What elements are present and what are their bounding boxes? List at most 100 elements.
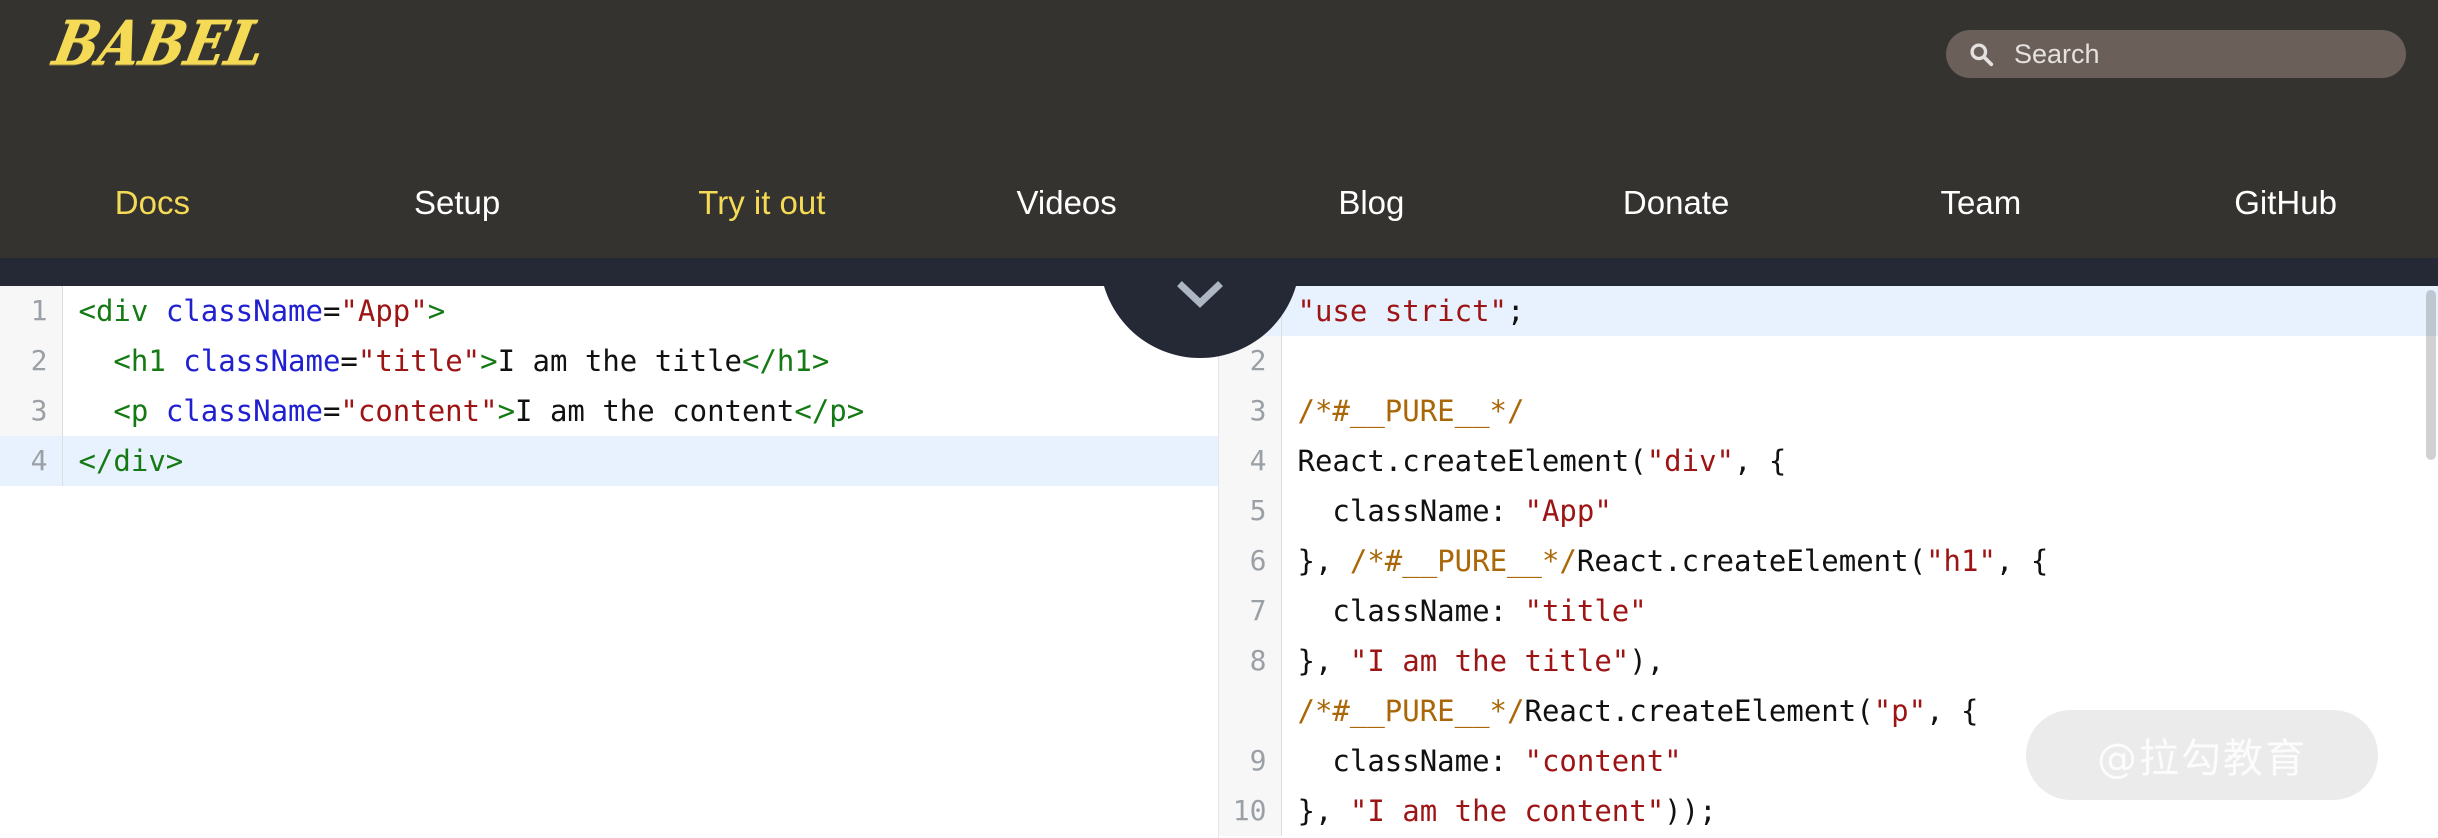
line-content[interactable]: /*#__PURE__*/React.createElement("p", { — [1281, 686, 2438, 736]
code-line: 9 className: "content" — [1219, 736, 2438, 786]
token-str: "I am the title" — [1349, 644, 1630, 678]
code-line: 7 className: "title" — [1219, 586, 2438, 636]
code-line: 6}, /*#__PURE__*/React.createElement("h1… — [1219, 536, 2438, 586]
token-plain: }, — [1297, 644, 1350, 678]
code-line: 2 — [1219, 336, 2438, 386]
code-line: 1"use strict"; — [1219, 286, 2438, 336]
token-attr: className — [165, 294, 323, 328]
line-number: 1 — [0, 286, 63, 336]
code-line: 8}, "I am the title"), — [1219, 636, 2438, 686]
line-number: 10 — [1219, 786, 1282, 836]
jsx-code-table: 1 <div className="App"> 2 <h1 className="t… — [0, 286, 1218, 486]
line-number: 3 — [0, 386, 63, 436]
line-content[interactable]: "use strict"; — [1281, 286, 2438, 336]
token-str: "title" — [1524, 594, 1647, 628]
token-tag: > — [497, 394, 516, 428]
token-str: "use strict" — [1297, 294, 1508, 328]
nav-item-docs[interactable]: Docs — [0, 184, 305, 222]
token-str: "h1" — [1926, 544, 1996, 578]
nav-item-blog[interactable]: Blog — [1219, 184, 1524, 222]
token-tag: <div — [78, 294, 149, 328]
token-punct: = — [340, 344, 358, 378]
nav-item-setup[interactable]: Setup — [305, 184, 610, 222]
code-line: 2 <h1 className="title">I am the title</… — [0, 336, 1218, 386]
token-str: "App" — [340, 294, 428, 328]
token-plain: className: — [1297, 594, 1525, 628]
search-icon — [1968, 41, 1994, 67]
output-code-table: 1"use strict";2 3/*#__PURE__*/4React.cre… — [1219, 286, 2438, 836]
line-content[interactable]: className: "App" — [1281, 486, 2438, 536]
code-line: 10}, "I am the content")); — [1219, 786, 2438, 836]
nav-item-videos[interactable]: Videos — [914, 184, 1219, 222]
search-box[interactable]: Search — [1946, 30, 2406, 78]
nav-item-donate[interactable]: Donate — [1524, 184, 1829, 222]
token-tag: </div> — [78, 444, 184, 478]
token-plain: React.createElement( — [1576, 544, 1927, 578]
token-punct: = — [322, 394, 341, 428]
token-tag: <p — [113, 394, 149, 428]
output-scrollbar[interactable] — [2426, 290, 2436, 460]
token-str: "title" — [357, 344, 481, 378]
token-plain: I am the title — [497, 344, 743, 378]
line-content[interactable]: className: "content" — [1281, 736, 2438, 786]
code-line: 3 /*#__PURE__*/ — [1219, 386, 2438, 436]
search-input-placeholder[interactable]: Search — [2014, 39, 2100, 70]
token-comment: /*#__PURE__*/ — [1349, 544, 1577, 578]
line-content[interactable]: }, "I am the content")); — [1281, 786, 2438, 836]
code-line: 4 React.createElement("div", { — [1219, 436, 2438, 486]
line-content[interactable]: <p className="content">I am the content<… — [62, 386, 1218, 436]
jsx-input-editor[interactable]: 1 <div className="App"> 2 <h1 className="t… — [0, 286, 1219, 838]
token-plain: React.createElement( — [1524, 694, 1874, 728]
code-line: 1 <div className="App"> — [0, 286, 1218, 336]
token-attr: className — [183, 344, 341, 378]
nav-item-try-it-out[interactable]: Try it out — [610, 184, 915, 222]
line-content[interactable] — [1281, 336, 2438, 386]
code-line: 3 <p className="content">I am the conten… — [0, 386, 1218, 436]
line-number: 4 — [1219, 436, 1282, 486]
compiled-output-editor[interactable]: 1"use strict";2 3/*#__PURE__*/4React.cre… — [1219, 286, 2438, 838]
token-str: "div" — [1646, 444, 1735, 478]
token-str: "content" — [340, 394, 498, 428]
token-plain: React.createElement( — [1297, 444, 1647, 478]
token-str: "p" — [1873, 694, 1927, 728]
token-tag: <h1 — [113, 344, 166, 378]
token-plain: ), — [1629, 644, 1665, 678]
nav-item-github[interactable]: GitHub — [2133, 184, 2438, 222]
token-tag: </p> — [794, 394, 865, 428]
line-content[interactable]: }, "I am the title"), — [1281, 636, 2438, 686]
token-plain: , { — [1926, 694, 1979, 728]
nav-item-team[interactable]: Team — [1829, 184, 2134, 222]
line-number: 8 — [1219, 636, 1282, 686]
token-plain: className: — [1297, 494, 1525, 528]
token-str: "I am the content" — [1349, 794, 1665, 828]
line-content[interactable]: <div className="App"> — [62, 286, 1218, 336]
line-content[interactable]: </div> — [62, 436, 1218, 486]
token-tag: </h1> — [742, 344, 830, 378]
line-content[interactable]: React.createElement("div", { — [1281, 436, 2438, 486]
token-attr: className — [165, 394, 323, 428]
line-content[interactable]: }, /*#__PURE__*/React.createElement("h1"… — [1281, 536, 2438, 586]
line-content[interactable]: /*#__PURE__*/ — [1281, 386, 2438, 436]
line-number — [1219, 686, 1282, 736]
token-punct: ; — [1507, 294, 1525, 328]
line-number: 4 — [0, 436, 63, 486]
token-plain: }, — [1297, 794, 1350, 828]
token-plain: )); — [1664, 794, 1717, 828]
main-nav: Docs Setup Try it out Videos Blog Donate Team G… — [0, 148, 2438, 258]
line-content[interactable]: className: "title" — [1281, 586, 2438, 636]
babel-repl-page: BABEL Search Docs Setup Try it out Videos Bl… — [0, 0, 2438, 838]
editor-panels: 1 <div className="App"> 2 <h1 className="t… — [0, 286, 2438, 838]
token-plain: className: — [1297, 744, 1525, 778]
code-line: /*#__PURE__*/React.createElement("p", { — [1219, 686, 2438, 736]
line-number: 3 — [1219, 386, 1282, 436]
babel-logo[interactable]: BABEL — [47, 8, 272, 80]
line-content[interactable]: <h1 className="title">I am the title</h1… — [62, 336, 1218, 386]
token-plain: I am the content — [515, 394, 795, 428]
line-number: 2 — [0, 336, 63, 386]
code-line: 5 className: "App" — [1219, 486, 2438, 536]
